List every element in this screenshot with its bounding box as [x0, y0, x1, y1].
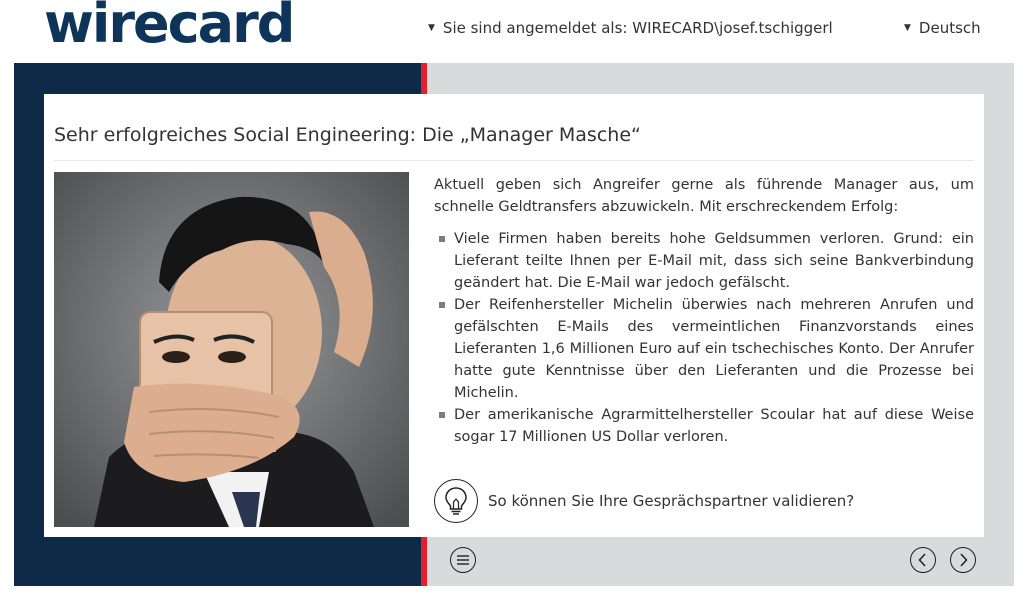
caret-down-icon: ▼: [428, 23, 435, 33]
language-selector[interactable]: ▼ Deutsch: [904, 19, 981, 37]
caret-down-icon: ▼: [904, 23, 911, 33]
list-item: Viele Firmen haben bereits hohe Geldsumm…: [434, 228, 974, 294]
next-button[interactable]: [950, 547, 976, 573]
list-item: Der amerikanische Agrarmittelhersteller …: [434, 404, 974, 448]
slide-card: Sehr erfolgreiches Social Engineering: D…: [44, 94, 984, 537]
tip-label: So können Sie Ihre Gesprächspartner vali…: [488, 492, 855, 510]
bullet-list: Viele Firmen haben bereits hohe Geldsumm…: [434, 228, 974, 448]
wirecard-logo: wirecard: [44, 0, 295, 55]
logged-in-label: Sie sind angemeldet als: WIRECARD\josef.…: [442, 19, 833, 37]
header: wirecard ▼ Sie sind angemeldet als: WIRE…: [0, 0, 1033, 63]
chevron-left-icon: [918, 553, 926, 567]
slide-title: Sehr erfolgreiches Social Engineering: D…: [54, 124, 641, 146]
language-label: Deutsch: [918, 19, 981, 37]
previous-button[interactable]: [910, 547, 936, 573]
lightbulb-icon: [434, 479, 478, 523]
intro-paragraph: Aktuell geben sich Angreifer gerne als f…: [434, 177, 974, 215]
bullet-square-icon: [439, 302, 445, 308]
menu-button[interactable]: [450, 547, 476, 573]
chevron-right-icon: [960, 553, 968, 567]
list-item: Der Reifenhersteller Michelin überwies n…: [434, 294, 974, 404]
slide-photo: [54, 172, 409, 527]
bullet-square-icon: [439, 412, 445, 418]
slide-text: Aktuell geben sich Angreifer gerne als f…: [434, 174, 974, 448]
user-account-menu[interactable]: ▼ Sie sind angemeldet als: WIRECARD\jose…: [428, 19, 833, 37]
title-divider: [54, 160, 974, 161]
validation-tip-link[interactable]: So können Sie Ihre Gesprächspartner vali…: [434, 479, 854, 523]
bullet-square-icon: [439, 236, 445, 242]
menu-icon: [457, 555, 469, 565]
